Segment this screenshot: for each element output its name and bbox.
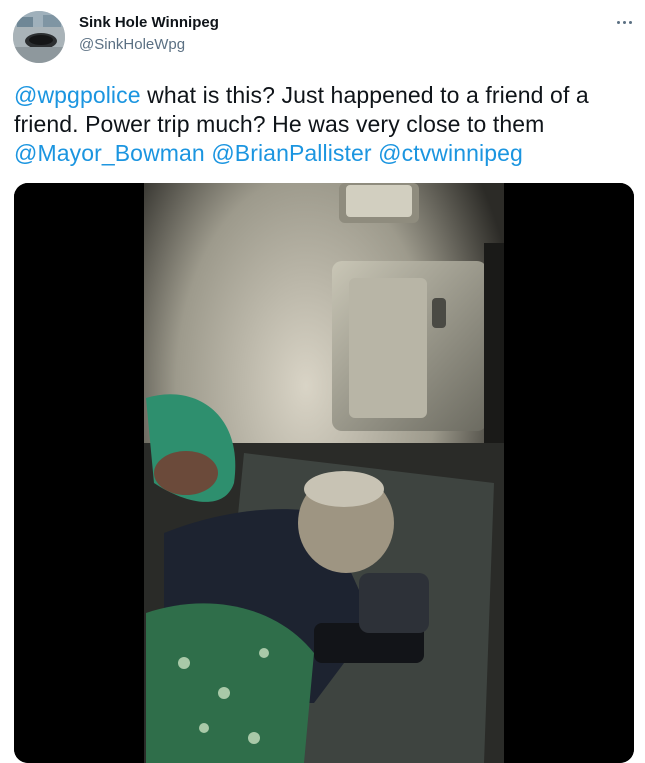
more-options-icon: [616, 20, 620, 24]
mention-wpgpolice[interactable]: @wpgpolice: [14, 82, 141, 108]
more-options-icon: [622, 20, 626, 24]
sinkhole-avatar-icon: [13, 11, 65, 63]
author-info: Sink Hole Winnipeg @SinkHoleWpg: [79, 13, 219, 55]
tweet-media-video[interactable]: [14, 183, 634, 763]
mention-mayor-bowman[interactable]: @Mayor_Bowman: [14, 140, 205, 166]
author-display-name[interactable]: Sink Hole Winnipeg: [79, 13, 219, 33]
tweet-card: Sink Hole Winnipeg @SinkHoleWpg @wpgpoli…: [0, 0, 645, 763]
mention-brian-pallister[interactable]: @BrianPallister: [211, 140, 371, 166]
more-options-button[interactable]: [607, 10, 641, 34]
author-handle[interactable]: @SinkHoleWpg: [79, 35, 219, 55]
tweet-text: @wpgpolice what is this? Just happened t…: [14, 81, 636, 168]
author-avatar[interactable]: [13, 11, 65, 63]
mention-ctvwinnipeg[interactable]: @ctvwinnipeg: [378, 140, 523, 166]
more-options-icon: [628, 20, 632, 24]
video-frame-image: [14, 183, 634, 763]
